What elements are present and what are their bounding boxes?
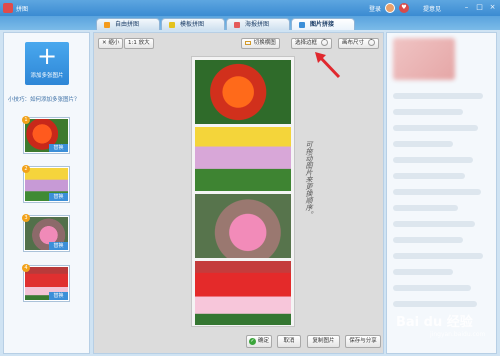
collage-image-1[interactable]	[195, 60, 291, 124]
baidu-watermark: Bai du 经验	[396, 315, 473, 330]
blurred-line	[393, 221, 475, 227]
chevron-down-icon: ˅	[320, 39, 328, 46]
tab-poster-collage[interactable]: 海报拼图	[226, 18, 290, 30]
tab-label: 模板拼图	[180, 21, 205, 28]
shrink-label: 缩小	[108, 40, 120, 46]
blurred-line	[393, 205, 458, 211]
red-arrow-annotation	[315, 52, 341, 79]
feedback-link[interactable]: 提意见	[423, 4, 441, 13]
blurred-line	[393, 269, 453, 275]
blurred-line	[393, 285, 471, 291]
add-images-button[interactable]: + 添加多张图片	[25, 42, 69, 85]
thumbnail-3[interactable]: 3 替换	[22, 214, 70, 252]
blurred-line	[393, 301, 477, 307]
zoom-ratio-label: 1:1	[128, 40, 137, 46]
ok-button[interactable]: ✓ 确定	[246, 335, 272, 348]
thumbnail-1[interactable]: 1 替换	[22, 116, 70, 154]
left-panel: + 添加多张图片 小技巧：如何添加多张图片？ 1 替换 2 替换 3 替换 4 …	[3, 32, 90, 354]
minimize-icon[interactable]: –	[462, 3, 471, 12]
image-stitch-icon	[299, 22, 305, 28]
enlarge-label: 放大	[138, 40, 150, 46]
blurred-line	[393, 253, 483, 259]
right-panel	[386, 32, 497, 354]
canvas-size-dropdown[interactable]: 画布尺寸 ˅	[338, 38, 379, 49]
title-bar: 拼图 登录 ♥ 提意见 – □ ×	[0, 0, 500, 16]
baidu-watermark-url: jingyan.baidu.com	[430, 331, 486, 338]
collage-image-3[interactable]	[195, 194, 291, 258]
tab-label: 海报拼图	[245, 21, 270, 28]
check-icon: ✓	[248, 338, 256, 345]
stitched-collage[interactable]	[191, 56, 295, 327]
tab-label: 自由拼图	[115, 21, 140, 28]
drag-hint-annotation: 可拖动图片来更换顺序。	[305, 141, 313, 218]
switch-layout-icon	[245, 40, 251, 45]
thumb-number: 1	[22, 116, 30, 124]
shrink-button[interactable]: ✕ 缩小	[98, 38, 124, 49]
switch-layout-label: 切换横图	[253, 40, 276, 46]
template-collage-icon	[169, 22, 175, 28]
blurred-line	[393, 157, 473, 163]
tip-link[interactable]: 小技巧：如何添加多张图片？	[8, 95, 80, 103]
thumbnail-4[interactable]: 4 替换	[22, 264, 70, 302]
blurred-line	[393, 237, 463, 243]
replace-button[interactable]: 替换	[49, 144, 68, 152]
maximize-icon[interactable]: □	[475, 3, 484, 12]
tab-image-stitch[interactable]: 图片拼接	[291, 18, 355, 30]
blurred-line	[393, 141, 453, 147]
plus-icon: +	[36, 42, 58, 70]
tab-free-collage[interactable]: 自由拼图	[96, 18, 160, 30]
replace-button[interactable]: 替换	[49, 292, 68, 300]
thumb-number: 4	[22, 264, 30, 272]
thumbnail-2[interactable]: 2 替换	[22, 165, 70, 203]
save-share-label: 保存与分享	[349, 338, 377, 344]
blurred-line	[393, 93, 483, 99]
blurred-line	[393, 189, 481, 195]
blurred-ad	[393, 38, 455, 80]
chevron-down-icon: ˅	[367, 39, 375, 46]
select-border-dropdown[interactable]: 选择边框 ˅	[291, 38, 332, 49]
thumb-number: 3	[22, 214, 30, 222]
replace-button[interactable]: 替换	[49, 193, 68, 201]
close-icon[interactable]: ×	[488, 3, 497, 12]
tab-label: 图片拼接	[310, 21, 335, 28]
replace-button[interactable]: 替换	[49, 242, 68, 250]
poster-collage-icon	[234, 22, 240, 28]
copy-image-button[interactable]: 复制图片	[307, 335, 340, 348]
copy-image-label: 复制图片	[312, 338, 335, 344]
cancel-label: 取消	[283, 338, 295, 344]
blurred-line	[393, 109, 463, 115]
save-share-button[interactable]: 保存与分享	[345, 335, 381, 348]
app-icon	[3, 3, 13, 13]
free-collage-icon	[104, 22, 110, 28]
collage-image-2[interactable]	[195, 127, 291, 191]
switch-layout-button[interactable]: 切换横图	[241, 38, 280, 49]
shrink-icon: ✕	[102, 40, 107, 46]
collage-image-4[interactable]	[195, 261, 291, 325]
blurred-line	[393, 173, 465, 179]
favorite-icon[interactable]: ♥	[399, 3, 409, 13]
zoom-actual-button[interactable]: 1:1 放大	[124, 38, 154, 49]
thumb-number: 2	[22, 165, 30, 173]
canvas-size-label: 画布尺寸	[342, 40, 365, 46]
tab-bar: 自由拼图 模板拼图 海报拼图 图片拼接	[0, 16, 500, 30]
user-avatar-icon[interactable]	[385, 3, 395, 13]
cancel-button[interactable]: 取消	[277, 335, 301, 348]
ok-label: 确定	[257, 338, 269, 344]
add-images-label: 添加多张图片	[30, 73, 64, 79]
app-title: 拼图	[16, 6, 29, 13]
canvas-area: ✕ 缩小 1:1 放大 切换横图 选择边框 ˅ 画布尺寸 ˅ 可拖动图片来更换顺…	[93, 32, 384, 354]
select-border-label: 选择边框	[295, 40, 318, 46]
blurred-line	[393, 125, 478, 131]
tab-template-collage[interactable]: 模板拼图	[161, 18, 225, 30]
login-link[interactable]: 登录	[369, 4, 381, 13]
